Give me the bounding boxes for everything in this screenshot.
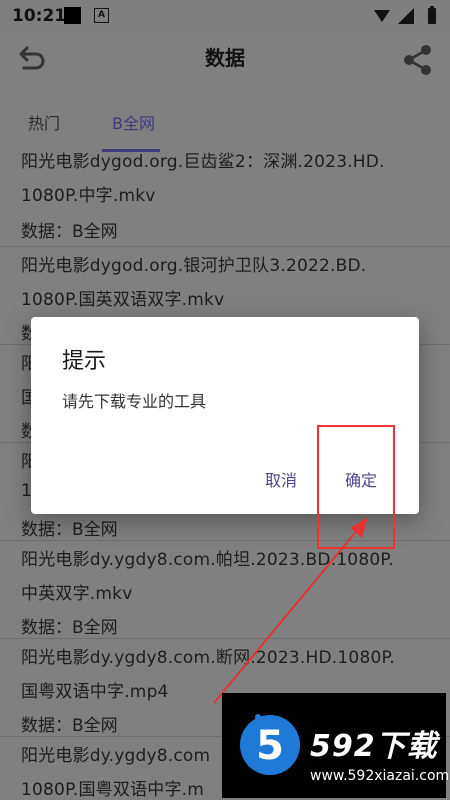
cancel-button[interactable]: 取消 xyxy=(265,467,297,491)
app-bar: 数据 xyxy=(0,32,450,88)
notification-a-icon: A xyxy=(94,8,109,23)
dialog-title: 提示 xyxy=(62,349,107,374)
status-time: 10:21 xyxy=(12,6,67,26)
signal-icon xyxy=(398,8,414,24)
notification-square-icon xyxy=(64,7,81,24)
item-title-line1: 阳光电影dy.ygdy8.com xyxy=(21,746,211,766)
list-item[interactable]: 阳光电影dy.ygdy8.com.帕坦.2023.BD.1080P. 中英双字.… xyxy=(0,540,450,639)
item-title-line2: 1080P.中字.mkv xyxy=(21,186,156,206)
watermark-url: www.592xiazai.com xyxy=(310,768,450,784)
item-title-line2: 中英双字.mkv xyxy=(21,584,133,604)
tab-b-all[interactable]: B全网 xyxy=(112,110,155,134)
annotation-highlight-box xyxy=(317,425,395,549)
page-title: 数据 xyxy=(205,46,245,70)
item-title-line2: 国粤双语中字.mp4 xyxy=(21,682,169,702)
item-meta: 数据：B全网 xyxy=(21,520,118,540)
item-title-line2: 1080P.国粤双语中字.m xyxy=(21,780,205,800)
item-title-line1: 阳光电影dygod.org.巨齿鲨2：深渊.2023.HD. xyxy=(21,152,385,172)
watermark-brand: 592下载 xyxy=(310,729,438,764)
watermark-logo: 5 592下载 www.592xiazai.com xyxy=(222,693,450,798)
battery-icon xyxy=(428,8,436,24)
item-title-line1: 阳光电影dygod.org.银河护卫队3.2022.BD. xyxy=(21,256,367,276)
svg-text:5: 5 xyxy=(256,723,284,769)
tab-bar: 热门 B全网 xyxy=(0,88,450,152)
wifi-icon xyxy=(374,10,390,22)
logo-mark-icon: 5 xyxy=(240,714,300,775)
item-title-line1: 阳光电影dy.ygdy8.com.断网.2023.HD.1080P. xyxy=(21,648,395,668)
status-icons xyxy=(374,6,436,24)
list-item[interactable]: 阳光电影dygod.org.巨齿鲨2：深渊.2023.HD. 1080P.中字.… xyxy=(0,148,450,247)
item-meta: 数据：B全网 xyxy=(21,716,118,736)
item-meta: 数据：B全网 xyxy=(21,618,118,638)
dialog-message: 请先下载专业的工具 xyxy=(62,392,207,411)
status-bar: 10:21 A xyxy=(0,0,450,32)
item-title-line2: 1080P.国英双语双字.mkv xyxy=(21,290,225,310)
share-icon[interactable] xyxy=(400,42,436,78)
item-meta: 数据：B全网 xyxy=(21,222,118,242)
tab-hot[interactable]: 热门 xyxy=(28,110,60,134)
